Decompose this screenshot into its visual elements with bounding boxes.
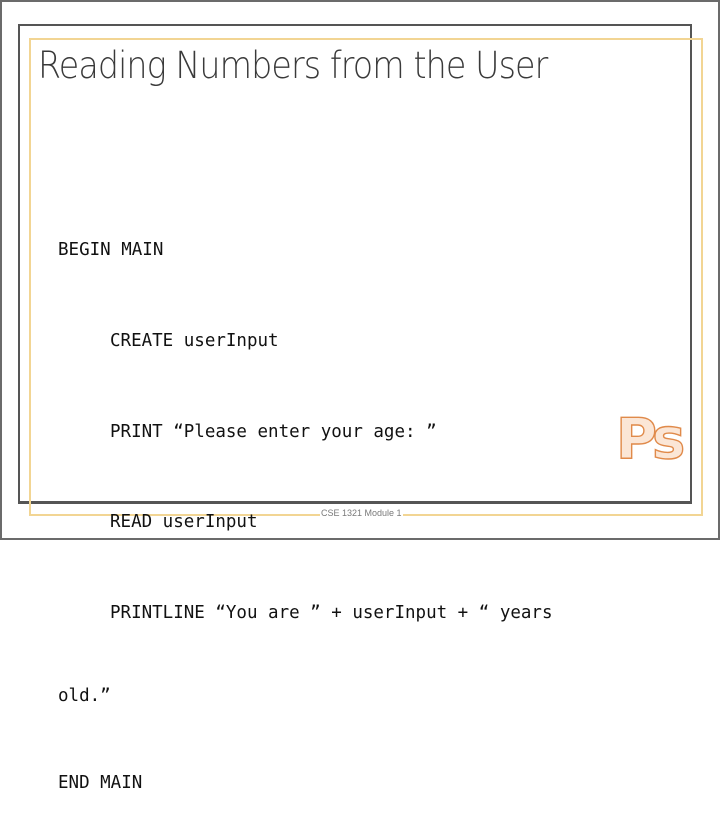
footer-slide-number: [652, 508, 662, 518]
pseudocode-block: BEGIN MAIN CREATE userInput PRINT “Pleas…: [58, 175, 553, 828]
code-line: BEGIN MAIN: [58, 240, 164, 261]
code-line: CREATE userInput: [110, 331, 279, 351]
code-line: PRINT “Please enter your age: ”: [110, 421, 437, 442]
photoshop-logo-icon: Ps: [615, 408, 687, 466]
code-line: PRINTLINE “You are ” + userInput + “ yea…: [110, 602, 553, 623]
code-line: old.”: [58, 686, 111, 707]
slide-title: Reading Numbers from the User: [38, 44, 548, 87]
code-line: READ userInput: [110, 512, 258, 533]
logo-text: Ps: [616, 408, 683, 466]
code-line: END MAIN: [58, 772, 143, 793]
footer-date: [58, 508, 98, 518]
footer-course-label: CSE 1321 Module 1: [320, 508, 403, 518]
